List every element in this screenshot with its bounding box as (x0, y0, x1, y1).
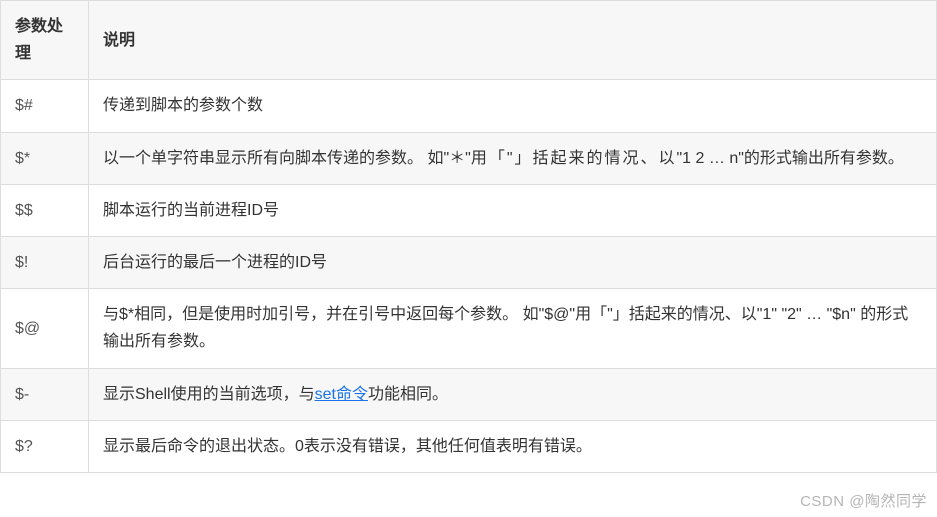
table-row: $! 后台运行的最后一个进程的ID号 (1, 236, 937, 288)
param-cell: $- (1, 368, 89, 420)
table-row: $* 以一个单字符串显示所有向脚本传递的参数。 如"＊"用「"」括起来的情况、以… (1, 132, 937, 184)
header-param: 参数处理 (1, 1, 89, 80)
desc-text-spaced: 用「"」括起来的情况、以 (471, 150, 677, 167)
param-cell: $# (1, 80, 89, 132)
desc-cell: 与$*相同，但是使用时加引号，并在引号中返回每个参数。 如"$@"用「"」括起来… (89, 289, 937, 368)
param-cell: $$ (1, 184, 89, 236)
table-row: $? 显示最后命令的退出状态。0表示没有错误，其他任何值表明有错误。 (1, 420, 937, 472)
desc-cell: 以一个单字符串显示所有向脚本传递的参数。 如"＊"用「"」括起来的情况、以"1 … (89, 132, 937, 184)
table-row: $@ 与$*相同，但是使用时加引号，并在引号中返回每个参数。 如"$@"用「"」… (1, 289, 937, 368)
header-row: 参数处理 说明 (1, 1, 937, 80)
desc-cell: 传递到脚本的参数个数 (89, 80, 937, 132)
desc-text-pre: 显示Shell使用的当前选项，与 (103, 386, 315, 403)
desc-text-post: "1 2 … n"的形式输出所有参数。 (677, 150, 904, 167)
param-cell: $! (1, 236, 89, 288)
table-row: $- 显示Shell使用的当前选项，与set命令功能相同。 (1, 368, 937, 420)
param-cell: $@ (1, 289, 89, 368)
set-command-link[interactable]: set命令 (315, 386, 368, 403)
header-desc: 说明 (89, 1, 937, 80)
desc-text-pre: 以一个单字符串显示所有向脚本传递的参数。 如"＊" (103, 150, 471, 167)
watermark: CSDN @陶然同学 (800, 490, 927, 511)
parameter-table: 参数处理 说明 $# 传递到脚本的参数个数 $* 以一个单字符串显示所有向脚本传… (0, 0, 937, 473)
table-row: $# 传递到脚本的参数个数 (1, 80, 937, 132)
desc-cell: 后台运行的最后一个进程的ID号 (89, 236, 937, 288)
desc-cell: 脚本运行的当前进程ID号 (89, 184, 937, 236)
desc-text-post: 功能相同。 (368, 386, 448, 403)
param-cell: $* (1, 132, 89, 184)
table-row: $$ 脚本运行的当前进程ID号 (1, 184, 937, 236)
param-cell: $? (1, 420, 89, 472)
desc-cell: 显示Shell使用的当前选项，与set命令功能相同。 (89, 368, 937, 420)
desc-cell: 显示最后命令的退出状态。0表示没有错误，其他任何值表明有错误。 (89, 420, 937, 472)
